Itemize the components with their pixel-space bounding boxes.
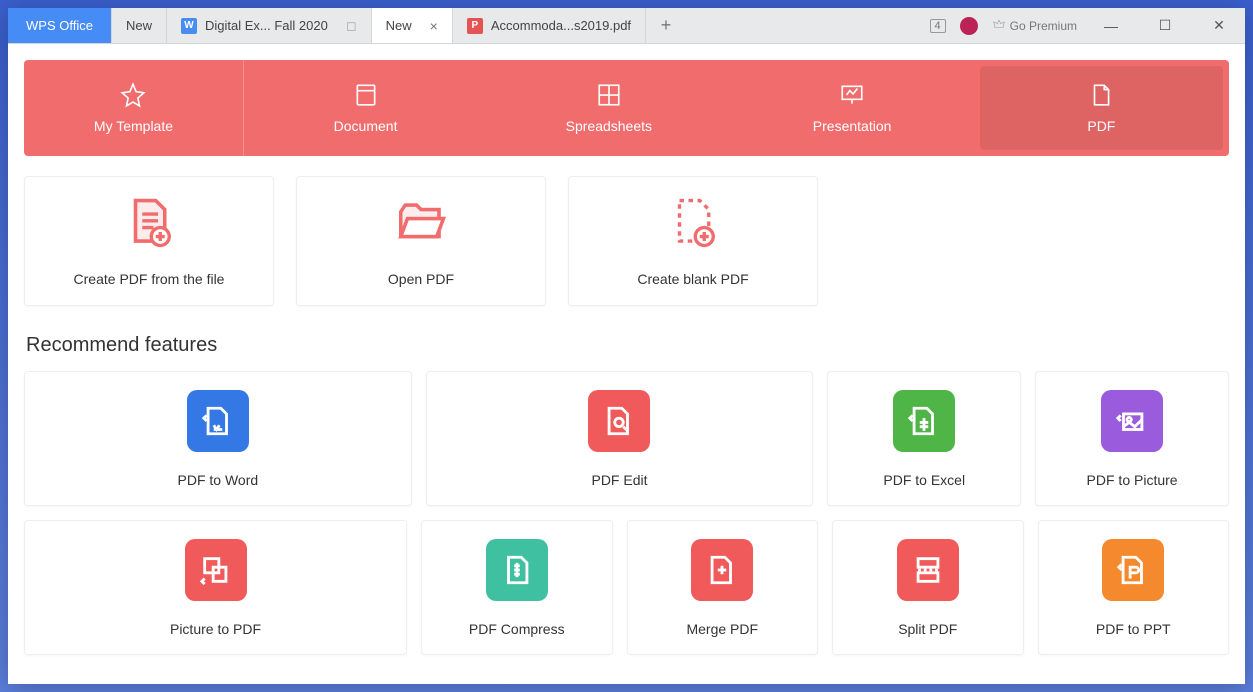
feature-label: PDF Edit	[591, 472, 647, 488]
pdf-to-picture-card[interactable]: PDF to Picture	[1035, 371, 1229, 506]
tab-aux-icon: ◻	[346, 18, 357, 34]
category-my-template[interactable]: My Template	[24, 60, 244, 156]
title-tools: 4 Go Premium — ☐ ✕	[924, 8, 1245, 43]
feature-label: Picture to PDF	[170, 621, 261, 637]
close-button[interactable]: ✕	[1199, 17, 1239, 34]
category-presentation[interactable]: Presentation	[730, 60, 973, 156]
section-title: Recommend features	[26, 334, 1229, 357]
grid-icon	[596, 82, 622, 108]
category-label: My Template	[94, 118, 173, 134]
tab-label: New	[126, 18, 152, 33]
tab-label: Digital Ex... Fall 2020	[205, 18, 328, 33]
feature-label: PDF to Excel	[883, 472, 965, 488]
titlebar: WPS Office New W Digital Ex... Fall 2020…	[8, 8, 1245, 44]
feature-label: PDF to Picture	[1087, 472, 1178, 488]
category-pdf[interactable]: PDF	[980, 66, 1223, 150]
premium-label: Go Premium	[1010, 19, 1077, 33]
pdf-to-picture-icon	[1101, 390, 1163, 452]
pdf-to-excel-card[interactable]: PDF to Excel	[827, 371, 1021, 506]
card-label: Create PDF from the file	[74, 271, 225, 287]
close-icon[interactable]: ×	[430, 19, 438, 33]
merge-pdf-card[interactable]: Merge PDF	[627, 520, 819, 655]
pdf-to-ppt-card[interactable]: PDF to PPT	[1038, 520, 1230, 655]
picture-to-pdf-card[interactable]: Picture to PDF	[24, 520, 407, 655]
feature-label: PDF to Word	[178, 472, 259, 488]
tab-label: New	[386, 18, 412, 33]
features-row-1: PDF to Word PDF Edit PDF to Excel PDF to…	[24, 371, 1229, 506]
add-tab-button[interactable]: +	[646, 8, 686, 43]
app-tab[interactable]: WPS Office	[8, 8, 112, 43]
tab-new-1[interactable]: New	[112, 8, 167, 43]
category-label: PDF	[1087, 118, 1115, 134]
file-plus-icon	[122, 196, 176, 255]
pdf-compress-icon	[486, 539, 548, 601]
pdf-compress-card[interactable]: PDF Compress	[421, 520, 613, 655]
feature-label: PDF to PPT	[1096, 621, 1171, 637]
card-label: Open PDF	[388, 271, 454, 287]
doc-type-icon: W	[181, 18, 197, 34]
presentation-icon	[838, 82, 866, 108]
tab-accommodations-pdf[interactable]: P Accommoda...s2019.pdf	[453, 8, 646, 43]
maximize-button[interactable]: ☐	[1145, 17, 1185, 34]
pdf-icon	[1088, 82, 1114, 108]
merge-pdf-icon	[691, 539, 753, 601]
split-pdf-card[interactable]: Split PDF	[832, 520, 1024, 655]
picture-to-pdf-icon	[185, 539, 247, 601]
app-window: WPS Office New W Digital Ex... Fall 2020…	[8, 8, 1245, 684]
category-document[interactable]: Document	[244, 60, 487, 156]
content: My Template Document Spreadsheets Presen…	[8, 44, 1245, 684]
pdf-to-word-card[interactable]: PDF to Word	[24, 371, 412, 506]
document-icon	[353, 82, 379, 108]
features-row-2: Picture to PDF PDF Compress Merge PDF Sp…	[24, 520, 1229, 655]
avatar[interactable]	[960, 17, 978, 35]
pdf-edit-card[interactable]: PDF Edit	[426, 371, 814, 506]
feature-label: Split PDF	[898, 621, 957, 637]
template-category-bar: My Template Document Spreadsheets Presen…	[24, 60, 1229, 156]
category-spreadsheets[interactable]: Spreadsheets	[487, 60, 730, 156]
crown-icon	[992, 19, 1006, 33]
app-label: WPS Office	[26, 18, 93, 33]
star-icon	[119, 82, 147, 108]
feature-label: PDF Compress	[469, 621, 565, 637]
quick-actions-row: Create PDF from the file Open PDF Create…	[24, 176, 1229, 306]
tab-new-active[interactable]: New ×	[372, 8, 453, 43]
split-pdf-icon	[897, 539, 959, 601]
create-pdf-from-file-card[interactable]: Create PDF from the file	[24, 176, 274, 306]
pdf-to-word-icon	[187, 390, 249, 452]
tab-label: Accommoda...s2019.pdf	[491, 18, 631, 33]
tab-doc-fall-2020[interactable]: W Digital Ex... Fall 2020 ◻	[167, 8, 372, 43]
feature-label: Merge PDF	[686, 621, 758, 637]
card-label: Create blank PDF	[637, 271, 748, 287]
category-label: Spreadsheets	[566, 118, 652, 134]
open-pdf-card[interactable]: Open PDF	[296, 176, 546, 306]
pdf-to-excel-icon	[893, 390, 955, 452]
create-blank-pdf-card[interactable]: Create blank PDF	[568, 176, 818, 306]
go-premium-button[interactable]: Go Premium	[992, 19, 1077, 33]
category-label: Document	[334, 118, 398, 134]
pdf-type-icon: P	[467, 18, 483, 34]
minimize-button[interactable]: —	[1091, 18, 1131, 34]
doc-count-badge[interactable]: 4	[930, 19, 946, 33]
pdf-to-ppt-icon	[1102, 539, 1164, 601]
category-label: Presentation	[813, 118, 892, 134]
folder-open-icon	[394, 196, 448, 255]
blank-file-plus-icon	[666, 196, 720, 255]
pdf-edit-icon	[588, 390, 650, 452]
